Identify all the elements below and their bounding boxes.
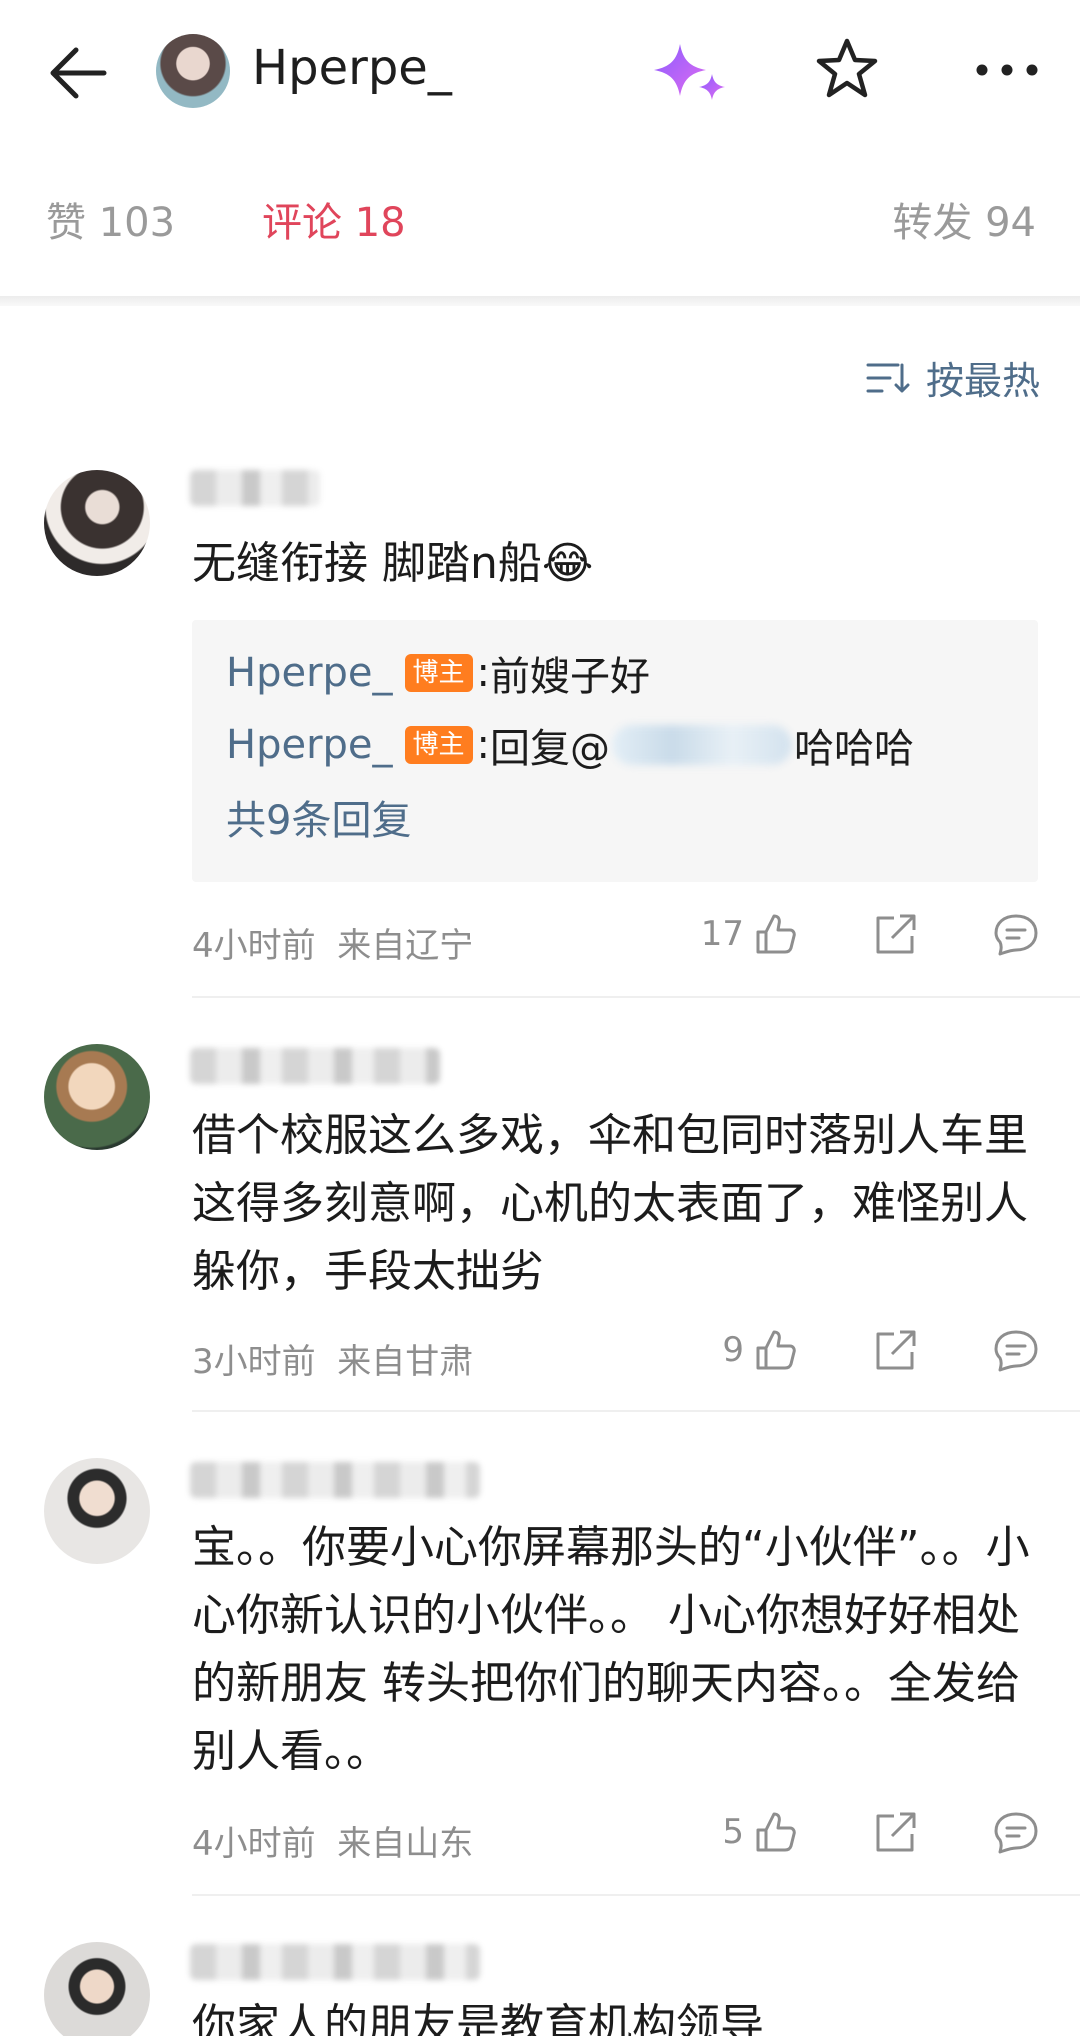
commenter-name-blurred[interactable] xyxy=(190,1048,440,1084)
reply-preview-box[interactable]: Hperpe_ 博主 : 前嫂子好 Hperpe_ 博主 : 回复@ 哈哈哈 共… xyxy=(192,620,1038,882)
reply-bubble-icon[interactable] xyxy=(992,1808,1040,1856)
sort-toggle[interactable]: 按最热 xyxy=(866,350,1040,405)
reply-separator: : xyxy=(476,650,491,696)
commenter-avatar[interactable] xyxy=(44,1044,150,1150)
commenter-avatar[interactable] xyxy=(44,1458,150,1564)
comment-text: 你家人的朋友是教育机构领导 xyxy=(192,2000,764,2036)
comment-meta: 4小时前 来自山东 xyxy=(192,1816,473,1865)
comment-meta: 4小时前 来自辽宁 xyxy=(192,918,473,967)
comment-actions: 5 xyxy=(722,1808,1040,1856)
like-thumb-icon[interactable] xyxy=(752,1808,800,1856)
comment-location: 来自甘肃 xyxy=(337,1342,474,1382)
sort-label: 按最热 xyxy=(925,359,1040,403)
author-badge: 博主 xyxy=(404,654,473,692)
sort-icon xyxy=(866,363,910,392)
author-name[interactable]: Hperpe_ xyxy=(252,40,452,96)
commenter-name-blurred[interactable] xyxy=(190,1944,480,1980)
author-avatar[interactable] xyxy=(156,34,230,108)
comment-actions: 17 xyxy=(701,910,1040,958)
back-arrow-icon[interactable] xyxy=(44,38,114,108)
share-icon[interactable] xyxy=(872,910,920,958)
author-badge: 博主 xyxy=(404,726,473,764)
sparkle-ai-icon[interactable] xyxy=(652,38,732,108)
share-icon[interactable] xyxy=(872,1808,920,1856)
like-thumb-icon[interactable] xyxy=(752,1326,800,1374)
reply-item: Hperpe_ 博主 : 前嫂子好 xyxy=(226,644,650,702)
view-all-replies-link[interactable]: 共9条回复 xyxy=(226,788,411,846)
comment-location: 来自山东 xyxy=(337,1824,474,1864)
comment-text: 借个校服这么多戏，伞和包同时落别人车里这得多刻意啊，心机的太表面了，难怪别人躲你… xyxy=(192,1110,1028,1297)
comment-text: 宝。。你要小心你屏幕那头的“小伙伴”。。小心你新认识的小伙伴。。 小心你想好好相… xyxy=(192,1522,1030,1777)
share-icon[interactable] xyxy=(872,1326,920,1374)
comment-actions: 9 xyxy=(722,1326,1040,1374)
favorite-star-icon[interactable] xyxy=(814,36,880,102)
comment-time: 4小时前 xyxy=(192,1824,316,1864)
commenter-avatar[interactable] xyxy=(44,470,150,576)
comment-location: 来自辽宁 xyxy=(337,926,474,966)
reply-bubble-icon[interactable] xyxy=(992,910,1040,958)
reply-text: 哈哈哈 xyxy=(794,726,915,772)
reply-text: 前嫂子好 xyxy=(490,654,651,700)
reply-user[interactable]: Hperpe_ xyxy=(226,650,393,696)
like-count: 17 xyxy=(700,914,744,954)
like-count: 5 xyxy=(722,1812,744,1852)
commenter-avatar[interactable] xyxy=(44,1942,150,2036)
commenter-name-blurred[interactable] xyxy=(190,1462,480,1498)
comment-divider xyxy=(192,1410,1080,1412)
comment-divider xyxy=(192,996,1080,998)
tab-comments[interactable]: 评论 18 xyxy=(262,190,406,248)
tabs-divider xyxy=(0,296,1080,306)
reply-separator: : xyxy=(476,722,491,768)
comment-meta: 3小时前 来自甘肃 xyxy=(192,1334,473,1383)
reply-prefix: 回复@ xyxy=(490,726,611,772)
mention-blurred[interactable] xyxy=(612,725,793,765)
commenter-name-blurred[interactable] xyxy=(190,470,320,506)
more-options-icon[interactable] xyxy=(970,40,1044,100)
top-bar: Hperpe_ xyxy=(0,0,1080,140)
comment-time: 3小时前 xyxy=(192,1342,316,1382)
reply-user[interactable]: Hperpe_ xyxy=(226,722,393,768)
reply-item: Hperpe_ 博主 : 回复@ 哈哈哈 xyxy=(226,716,914,774)
comment-divider xyxy=(192,1894,1080,1896)
engagement-tabs: 赞 103 评论 18 转发 94 xyxy=(0,190,1080,270)
like-thumb-icon[interactable] xyxy=(752,910,800,958)
tab-likes[interactable]: 赞 103 xyxy=(46,190,175,248)
comment-time: 4小时前 xyxy=(192,926,316,966)
tab-reposts[interactable]: 转发 94 xyxy=(892,190,1036,248)
comment-text: 无缝衔接 脚踏n船😂 xyxy=(192,538,594,589)
reply-bubble-icon[interactable] xyxy=(992,1326,1040,1374)
like-count: 9 xyxy=(722,1330,744,1370)
